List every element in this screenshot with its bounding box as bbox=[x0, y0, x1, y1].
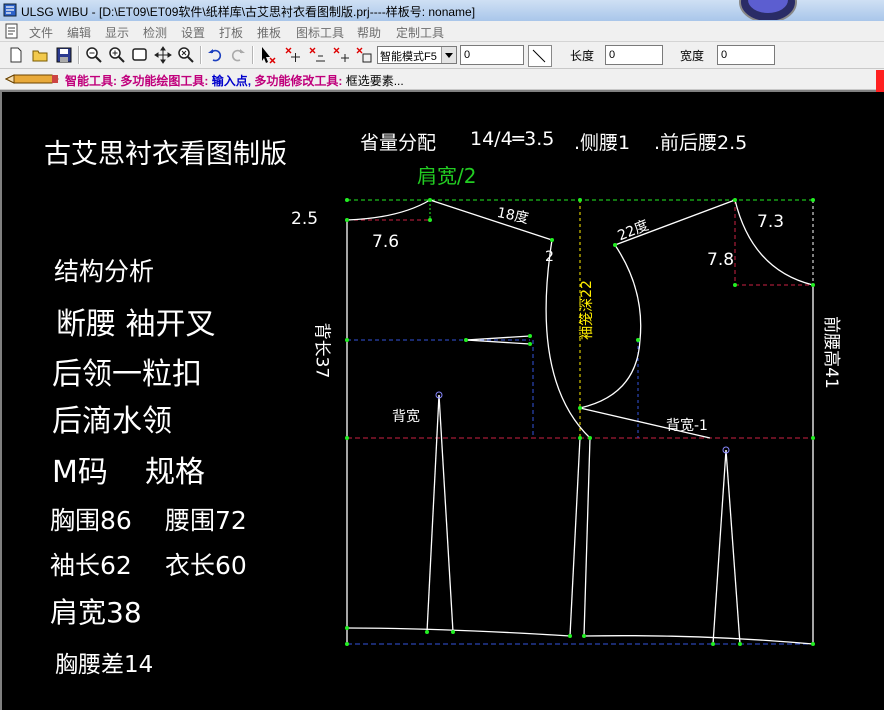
front-dart-left bbox=[712, 449, 727, 645]
back-dart-lower bbox=[465, 339, 531, 345]
shoulder-drop-label: 2 bbox=[545, 249, 554, 265]
front-neck-width-label: 7.3 bbox=[757, 212, 785, 232]
back-side-seam bbox=[569, 437, 581, 637]
front-hem-curve bbox=[583, 635, 814, 645]
back-dart-left bbox=[426, 394, 440, 633]
back-neck-drop-label: 2.5 bbox=[291, 209, 319, 229]
back-neckline bbox=[346, 199, 431, 221]
back-dart-upper bbox=[465, 335, 531, 341]
back-neck-width-label: 7.6 bbox=[372, 232, 400, 252]
back-shoulder-line bbox=[429, 199, 553, 241]
back-dart-right bbox=[438, 394, 454, 633]
back-width-label: 背宽 bbox=[392, 409, 420, 425]
front-dart-right bbox=[725, 449, 741, 645]
shoulder-half-label: 肩宽/2 bbox=[417, 164, 477, 188]
armhole-depth-label: 袖笼深22 bbox=[578, 280, 595, 340]
front-side-seam bbox=[583, 437, 591, 637]
front-neck-depth-label: 7.8 bbox=[707, 250, 735, 270]
front-armhole-curve bbox=[579, 244, 711, 439]
back-length-label: 背长37 bbox=[311, 322, 332, 379]
front-waist-height-label: 前腰高41 bbox=[820, 316, 841, 389]
back-width-minus-label: 背宽-1 bbox=[666, 418, 708, 434]
back-hem-curve bbox=[346, 627, 571, 637]
pattern-drawing bbox=[345, 198, 815, 646]
